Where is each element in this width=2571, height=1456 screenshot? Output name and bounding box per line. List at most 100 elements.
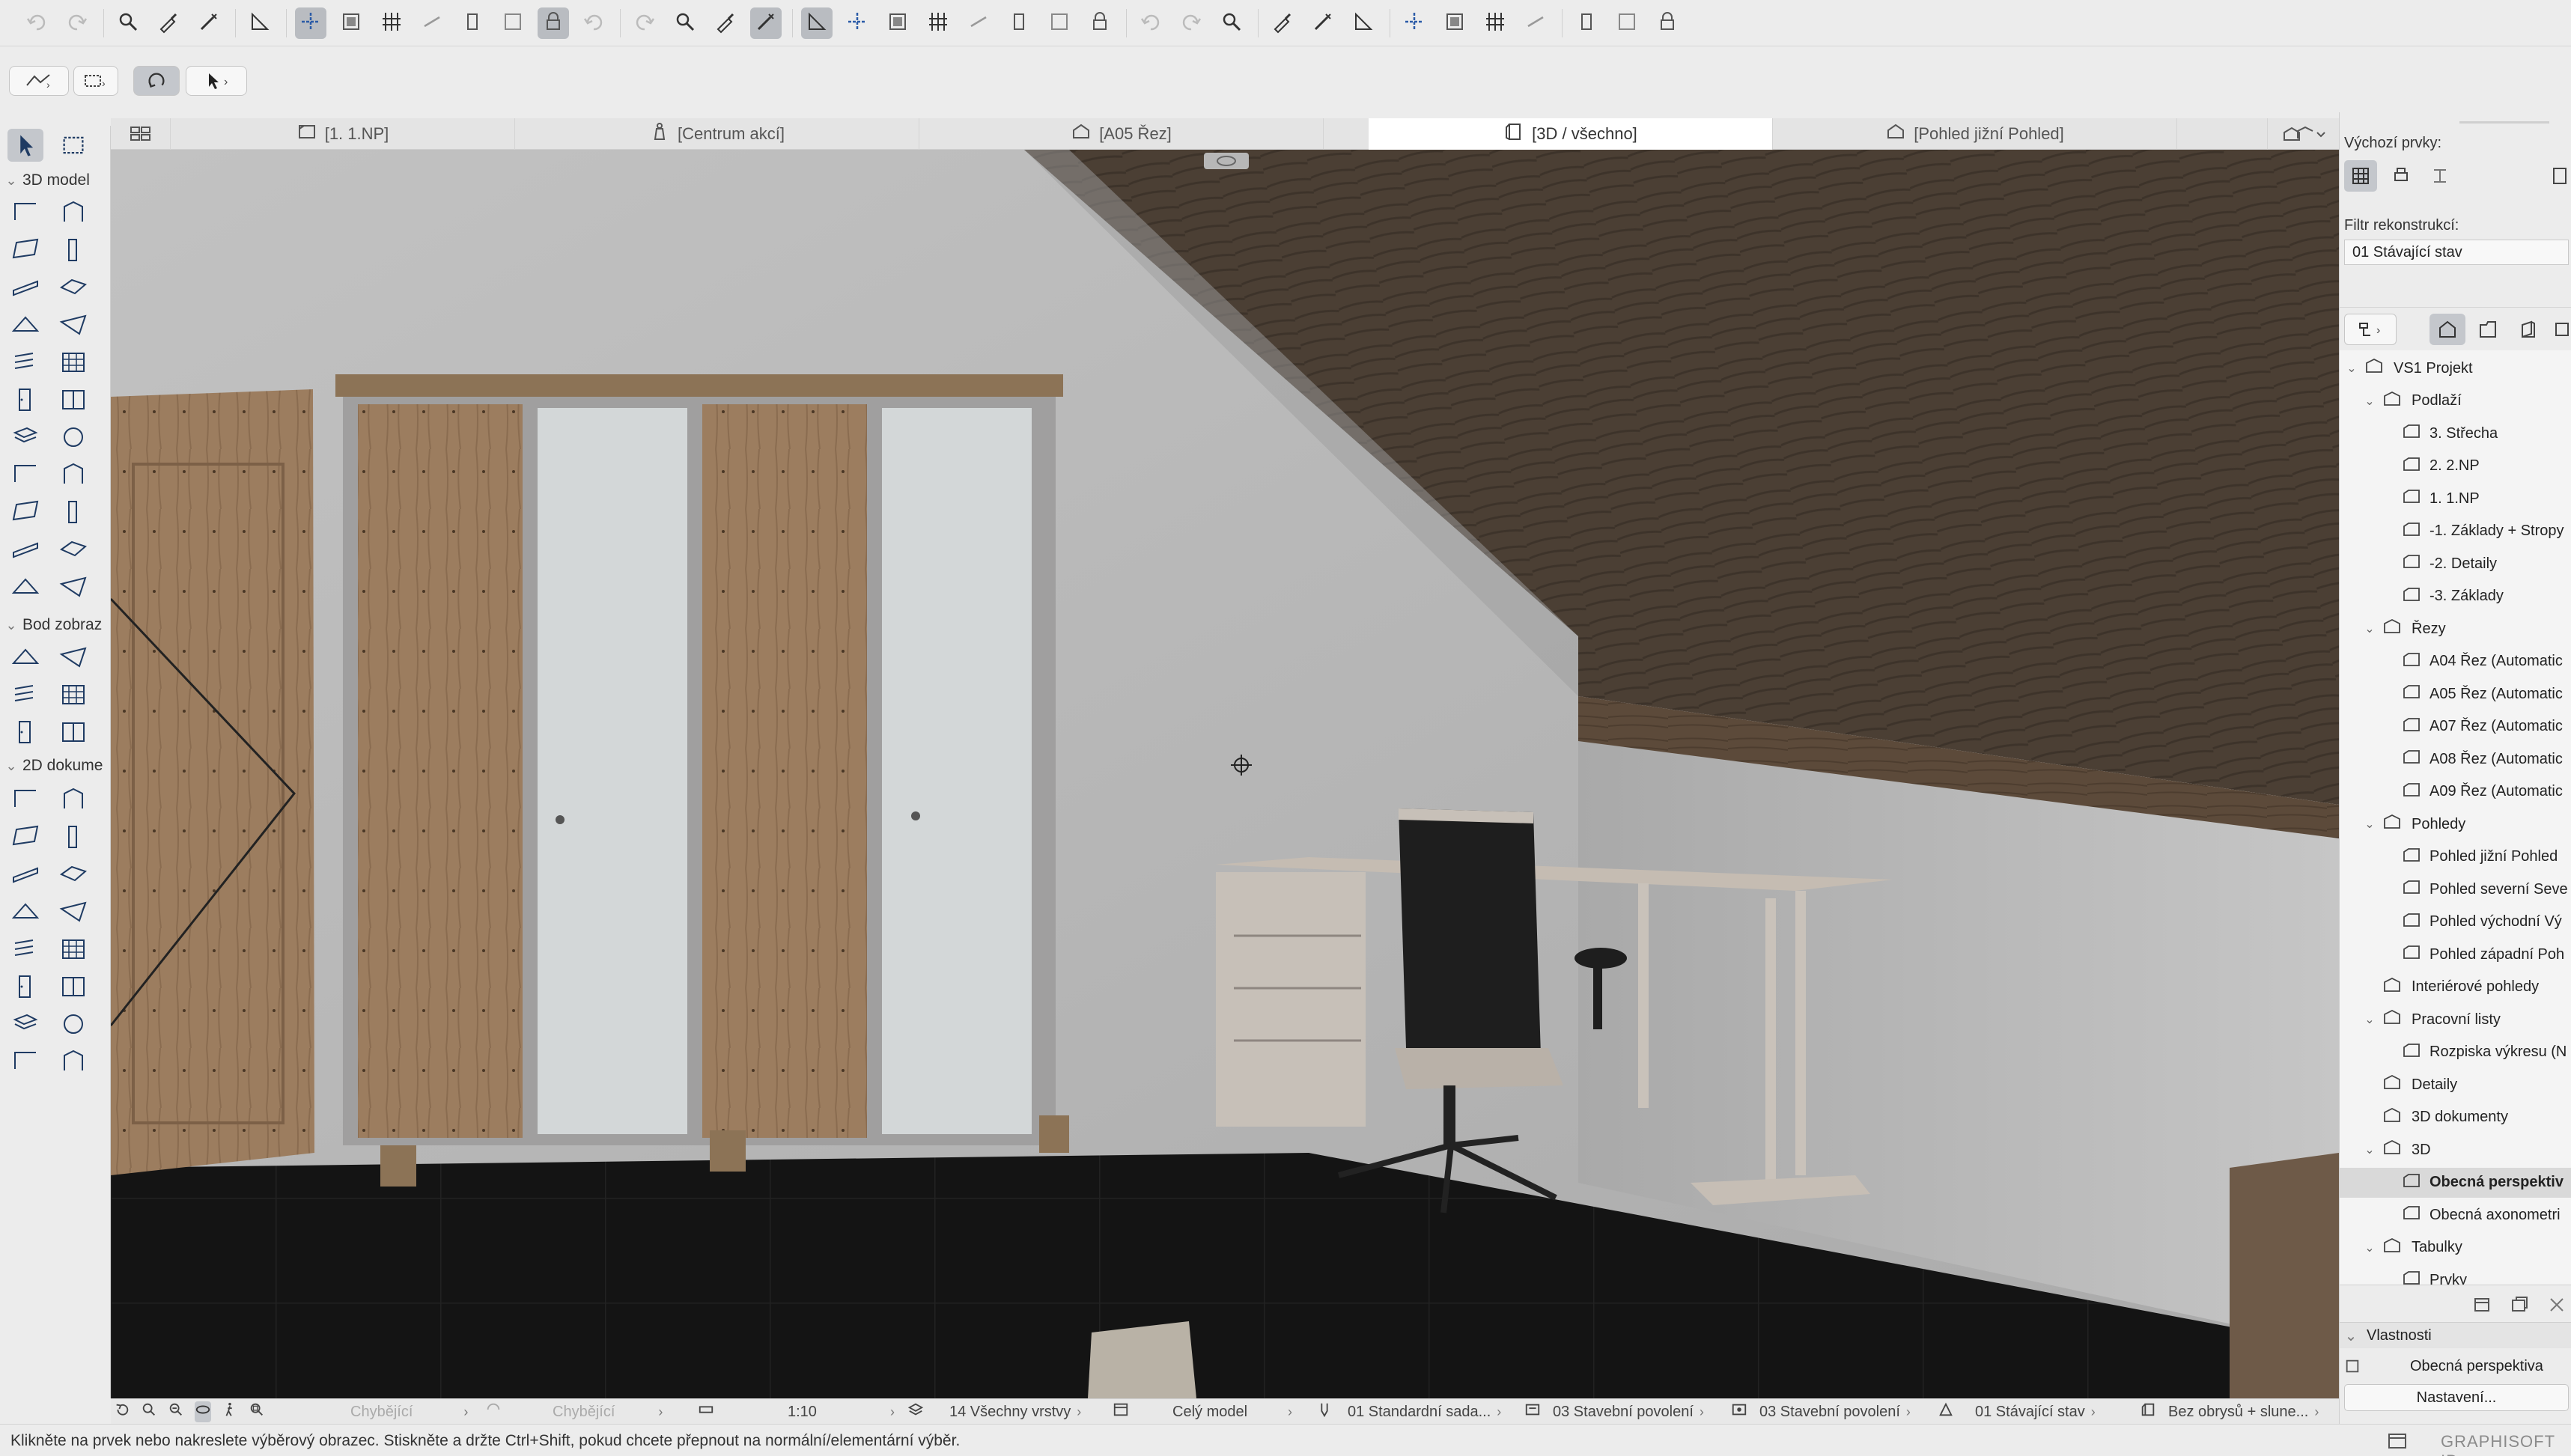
tree-item[interactable]: Pohled východní Vý bbox=[2340, 907, 2571, 937]
document-tool-5[interactable] bbox=[7, 859, 43, 892]
document-tool-12[interactable] bbox=[55, 972, 91, 1005]
status-missing-2[interactable]: Chybějící › bbox=[485, 1399, 732, 1425]
tab-elevation[interactable]: [Pohled jižní Pohled] bbox=[1773, 118, 2177, 150]
3d-viewport[interactable] bbox=[111, 150, 2339, 1398]
document-tool-9[interactable] bbox=[7, 934, 43, 967]
tree-item[interactable]: ⌄ 3D bbox=[2340, 1135, 2571, 1165]
model-tool-22[interactable] bbox=[55, 572, 91, 605]
chevron-down-icon[interactable]: ⌄ bbox=[2344, 361, 2359, 376]
cut-plane-button[interactable] bbox=[669, 7, 701, 39]
model-tool-19[interactable] bbox=[7, 534, 43, 567]
tree-item[interactable]: 3. Střecha bbox=[2340, 418, 2571, 448]
model-tool-1[interactable] bbox=[7, 198, 43, 231]
walk-mode-icon[interactable] bbox=[222, 1401, 238, 1422]
tree-item[interactable]: -3. Základy bbox=[2340, 582, 2571, 612]
view-point-tool-3[interactable] bbox=[7, 680, 43, 713]
model-tool-2[interactable] bbox=[55, 198, 91, 231]
trace-button[interactable] bbox=[416, 7, 448, 39]
marquee-button[interactable]: › bbox=[73, 66, 118, 96]
status-3d-style[interactable]: Bez obrysů + slune... › bbox=[2140, 1399, 2339, 1425]
undo-zoom-icon[interactable] bbox=[114, 1401, 130, 1422]
explore-button[interactable] bbox=[1307, 7, 1339, 39]
model-tool-5[interactable] bbox=[7, 272, 43, 305]
graphisoft-id-link[interactable]: GRAPHISOFT ID bbox=[2441, 1432, 2571, 1456]
view-point-tool-1[interactable] bbox=[7, 642, 43, 675]
measure-button[interactable] bbox=[244, 7, 276, 39]
tree-item[interactable]: ⌄ Podlaží bbox=[2340, 386, 2571, 416]
explode-button[interactable] bbox=[629, 7, 660, 39]
view-point-tool-5[interactable] bbox=[7, 717, 43, 750]
model-tool-18[interactable] bbox=[55, 497, 91, 530]
view-point-tool-4[interactable] bbox=[55, 680, 91, 713]
tree-item[interactable]: Detaily bbox=[2340, 1070, 2571, 1100]
tree-item[interactable]: Rozpiska výkresu (N bbox=[2340, 1038, 2571, 1067]
orbit-mode-icon[interactable] bbox=[195, 1401, 211, 1422]
elevate-button[interactable] bbox=[1571, 7, 1602, 39]
undo-button[interactable] bbox=[21, 7, 52, 39]
chevron-down-icon[interactable]: ⌄ bbox=[2362, 817, 2377, 832]
document-tool-15[interactable] bbox=[7, 1047, 43, 1079]
layers-button[interactable] bbox=[578, 7, 609, 39]
tree-item[interactable]: Obecná perspektiv bbox=[2340, 1167, 2571, 1198]
marquee-tool[interactable] bbox=[55, 129, 91, 162]
panel-icon[interactable] bbox=[2387, 1431, 2408, 1456]
status-model-view-options[interactable]: 03 Stavební povolení › bbox=[1524, 1399, 1734, 1425]
filter-button[interactable] bbox=[750, 7, 782, 39]
status-layers[interactable]: 14 Všechny vrstvy › bbox=[907, 1399, 1125, 1425]
tree-item[interactable]: 1. 1.NP bbox=[2340, 484, 2571, 514]
print-button[interactable] bbox=[2385, 160, 2418, 192]
eyedropper-button[interactable] bbox=[153, 7, 184, 39]
tab-action-center[interactable]: [Centrum akcí] bbox=[515, 118, 919, 150]
model-tool-17[interactable] bbox=[7, 497, 43, 530]
tree-item[interactable]: 2. 2.NP bbox=[2340, 451, 2571, 481]
status-missing-1[interactable]: Chybějící › bbox=[350, 1399, 478, 1425]
tree-item[interactable]: ⌄ Pohledy bbox=[2340, 809, 2571, 839]
navigator-eye-icon[interactable] bbox=[1204, 153, 1249, 169]
panel-grip[interactable] bbox=[2459, 121, 2549, 124]
structure-button[interactable] bbox=[2424, 160, 2456, 192]
document-tool-8[interactable] bbox=[55, 897, 91, 930]
status-renovation[interactable]: 01 Stávající stav › bbox=[1938, 1399, 2125, 1425]
tree-item[interactable]: Pohled jižní Pohled bbox=[2340, 842, 2571, 872]
render-button[interactable] bbox=[1044, 7, 1075, 39]
tab-overview[interactable] bbox=[111, 118, 171, 150]
redo-button[interactable] bbox=[61, 7, 93, 39]
tab-floor-plan[interactable]: [1. 1.NP] bbox=[171, 118, 515, 150]
tree-item[interactable]: A08 Řez (Automatic bbox=[2340, 744, 2571, 774]
layout-book-button[interactable] bbox=[2510, 314, 2546, 345]
chevron-down-icon[interactable]: ⌄ bbox=[2362, 1012, 2377, 1027]
show-all-button[interactable] bbox=[1216, 7, 1247, 39]
offset-button[interactable] bbox=[1003, 7, 1035, 39]
tree-item[interactable]: -1. Základy + Stropy bbox=[2340, 517, 2571, 546]
clone-view-icon[interactable] bbox=[2509, 1294, 2530, 1319]
delete-view-icon[interactable] bbox=[2546, 1294, 2567, 1319]
adjust-button[interactable] bbox=[842, 7, 873, 39]
tree-item[interactable]: Interiérové pohledy bbox=[2340, 972, 2571, 1002]
publisher-button[interactable] bbox=[2551, 314, 2571, 345]
document-tool-14[interactable] bbox=[55, 1009, 91, 1042]
document-tool-2[interactable] bbox=[55, 785, 91, 817]
intersect-button[interactable] bbox=[922, 7, 954, 39]
selection-method-button[interactable]: › bbox=[9, 66, 69, 96]
navigator-mode-button[interactable]: › bbox=[2344, 314, 2397, 345]
tree-item[interactable]: Pohled severní Seve bbox=[2340, 874, 2571, 904]
zoom-out-icon[interactable] bbox=[141, 1401, 157, 1422]
teamwork-button[interactable] bbox=[1135, 7, 1166, 39]
arrow-tool-button[interactable]: › bbox=[186, 66, 247, 96]
project-map-button[interactable] bbox=[2429, 314, 2465, 345]
tab-list-dropdown[interactable] bbox=[2267, 118, 2339, 150]
tree-item[interactable]: ⌄ Pracovní listy bbox=[2340, 1005, 2571, 1035]
tree-item[interactable]: 3D dokumenty bbox=[2340, 1103, 2571, 1133]
default-elements-view-button[interactable] bbox=[2344, 160, 2377, 192]
status-dimensions[interactable]: 03 Stavební povolení › bbox=[1731, 1399, 1941, 1425]
fillet-button[interactable] bbox=[963, 7, 994, 39]
distribute-button[interactable] bbox=[1520, 7, 1551, 39]
zoom-in-icon[interactable] bbox=[168, 1401, 184, 1422]
model-tool-20[interactable] bbox=[55, 534, 91, 567]
new-view-icon[interactable] bbox=[2471, 1294, 2492, 1319]
suspend-groups-button[interactable] bbox=[457, 7, 488, 39]
model-tool-4[interactable] bbox=[55, 235, 91, 268]
settings-button[interactable]: Nastavení... bbox=[2344, 1384, 2569, 1411]
view-point-tool-2[interactable] bbox=[55, 642, 91, 675]
tab-3d-view[interactable]: [3D / všechno] bbox=[1369, 118, 1773, 150]
